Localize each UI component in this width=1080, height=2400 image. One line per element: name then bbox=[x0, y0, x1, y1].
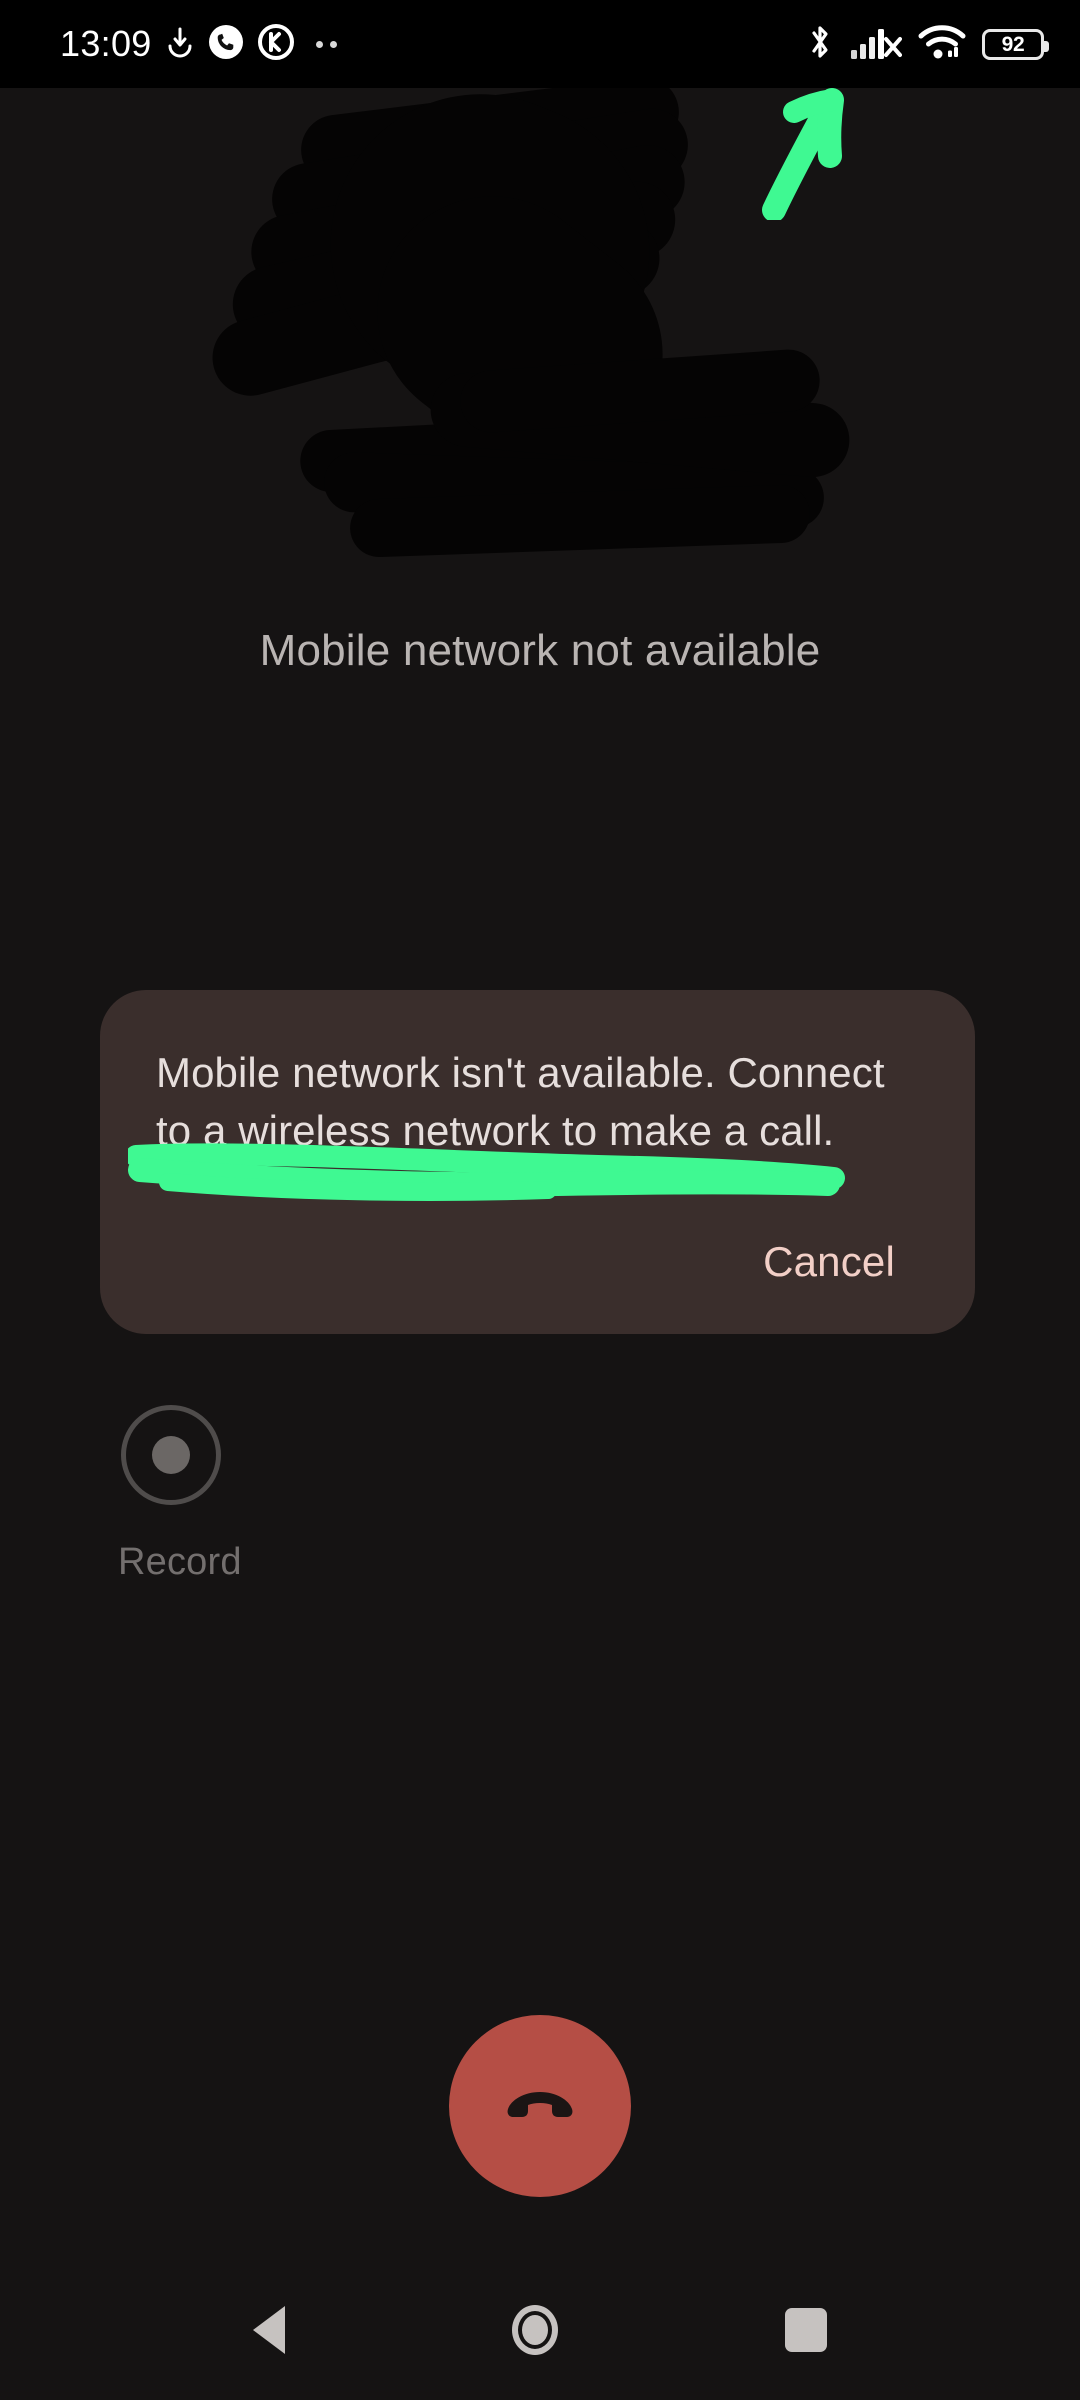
phone-call-icon bbox=[208, 24, 244, 65]
record-circle-icon bbox=[121, 1405, 221, 1505]
bluetooth-icon bbox=[806, 23, 834, 66]
back-triangle-icon bbox=[253, 2306, 286, 2354]
dialog-actions: Cancel bbox=[156, 1232, 919, 1300]
app-k-icon bbox=[257, 23, 294, 65]
nav-back-button[interactable] bbox=[227, 2288, 311, 2372]
status-bar-right: 92 bbox=[806, 23, 1049, 66]
battery-icon: 92 bbox=[982, 28, 1049, 60]
end-call-button[interactable] bbox=[449, 2015, 631, 2197]
network-unavailable-dialog: Mobile network isn't available. Connect … bbox=[100, 990, 975, 1334]
status-bar-clock: 13:09 bbox=[60, 23, 152, 64]
more-notifications-dots-icon bbox=[315, 40, 337, 48]
home-circle-icon bbox=[511, 2305, 558, 2355]
record-dot bbox=[152, 1436, 190, 1474]
end-call-handset-icon bbox=[494, 2059, 586, 2154]
phone-screen: 13:09 92 Mobile network not available Mo… bbox=[0, 0, 1080, 2400]
dialog-message: Mobile network isn't available. Connect … bbox=[156, 1049, 885, 1154]
download-icon bbox=[166, 26, 194, 63]
status-bar-left: 13:09 bbox=[60, 23, 337, 65]
record-button[interactable]: Record bbox=[118, 1405, 338, 1584]
nav-recents-button[interactable] bbox=[759, 2290, 853, 2370]
android-navigation-bar bbox=[0, 2260, 1080, 2400]
record-label: Record bbox=[118, 1541, 242, 1583]
call-status-text: Mobile network not available bbox=[259, 626, 821, 675]
cellular-signal-no-service-icon bbox=[850, 23, 902, 66]
caller-info-area: Mobile network not available bbox=[0, 48, 1080, 708]
wifi-icon bbox=[918, 23, 966, 66]
battery-level-label: 92 bbox=[1001, 32, 1025, 56]
recents-square-icon bbox=[784, 2308, 827, 2352]
cancel-button[interactable]: Cancel bbox=[753, 1232, 905, 1292]
nav-home-button[interactable] bbox=[486, 2287, 584, 2373]
status-bar: 13:09 92 bbox=[0, 0, 1080, 88]
